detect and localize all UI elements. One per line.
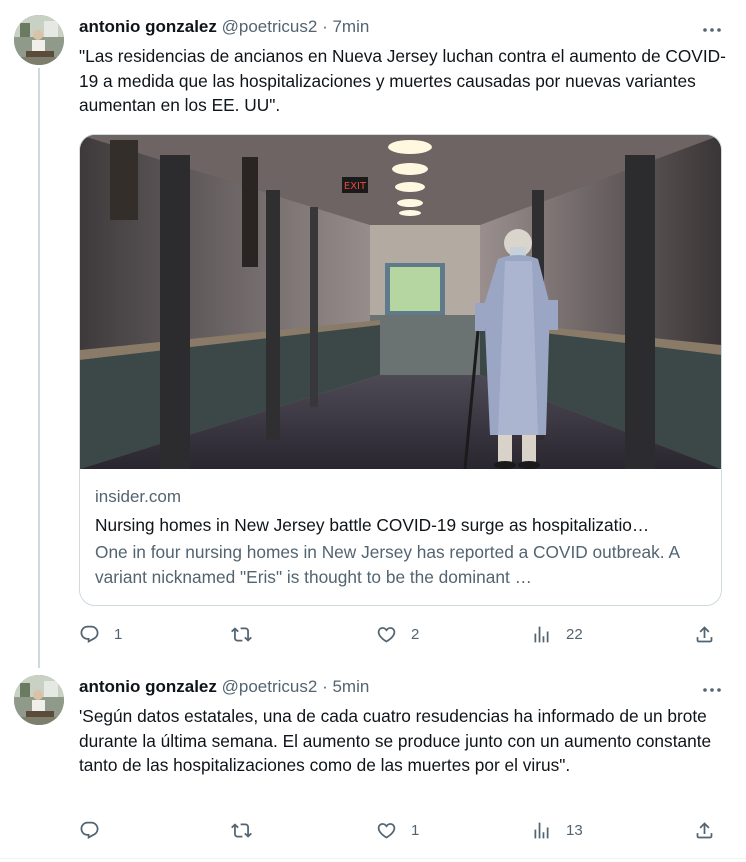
author-handle[interactable]: @poetricus2 xyxy=(222,17,318,36)
like-count: 2 xyxy=(411,625,420,643)
author-name[interactable]: antonio gonzalez xyxy=(79,17,217,36)
views-icon xyxy=(534,626,549,642)
tweet-1[interactable]: antonio gonzalez @poetricus2 · 7min "Las… xyxy=(0,0,746,668)
like-button[interactable]: 1 xyxy=(376,818,419,842)
views-button[interactable]: 13 xyxy=(531,818,583,842)
tweet-text: "Las residencias de ancianos en Nueva Je… xyxy=(79,46,726,115)
views-count: 13 xyxy=(566,821,583,839)
tweet-header: antonio gonzalez @poetricus2 · 5min xyxy=(79,676,369,698)
card-description: One in four nursing homes in New Jersey … xyxy=(95,542,680,587)
author-name[interactable]: antonio gonzalez xyxy=(79,677,217,696)
timestamp[interactable]: 7min xyxy=(332,17,369,36)
card-title: Nursing homes in New Jersey battle COVID… xyxy=(95,515,650,535)
retweet-button[interactable] xyxy=(231,622,266,646)
card-domain: insider.com xyxy=(95,487,181,506)
like-icon xyxy=(377,626,396,643)
tweet-text: 'Según datos estatales, una de cada cuat… xyxy=(79,706,712,775)
reply-icon xyxy=(80,821,99,839)
tweet-actions: 1 2 22 xyxy=(79,622,729,646)
views-icon xyxy=(534,822,549,838)
retweet-icon xyxy=(231,822,252,838)
exit-sign: EXIT xyxy=(344,181,367,192)
reply-icon xyxy=(80,625,99,643)
views-button[interactable]: 22 xyxy=(531,622,583,646)
share-button[interactable] xyxy=(694,818,715,842)
reply-button[interactable]: 1 xyxy=(79,622,122,646)
timestamp[interactable]: 5min xyxy=(332,677,369,696)
views-count: 22 xyxy=(566,625,583,643)
separator: · xyxy=(322,17,328,36)
more-icon[interactable] xyxy=(702,20,722,40)
share-icon xyxy=(696,821,713,838)
card-image: EXIT xyxy=(80,135,721,470)
tweet-header: antonio gonzalez @poetricus2 · 7min xyxy=(79,16,369,38)
reply-count: 1 xyxy=(114,625,123,643)
divider xyxy=(0,858,746,859)
like-button[interactable]: 2 xyxy=(376,622,419,646)
thread-line xyxy=(38,68,40,668)
retweet-icon xyxy=(231,626,252,642)
author-handle[interactable]: @poetricus2 xyxy=(222,677,318,696)
like-count: 1 xyxy=(411,821,420,839)
separator: · xyxy=(322,677,328,696)
retweet-button[interactable] xyxy=(231,818,266,842)
more-icon[interactable] xyxy=(702,680,722,700)
tweet-actions: 1 13 xyxy=(79,818,729,842)
avatar[interactable] xyxy=(14,15,64,65)
link-card[interactable]: EXIT insider.com Nursing homes in New Je… xyxy=(79,134,722,606)
reply-button[interactable] xyxy=(79,818,114,842)
share-icon xyxy=(696,625,713,642)
share-button[interactable] xyxy=(694,622,715,646)
like-icon xyxy=(377,822,396,839)
tweet-2[interactable]: antonio gonzalez @poetricus2 · 5min 'Seg… xyxy=(0,660,746,862)
avatar[interactable] xyxy=(14,675,64,725)
